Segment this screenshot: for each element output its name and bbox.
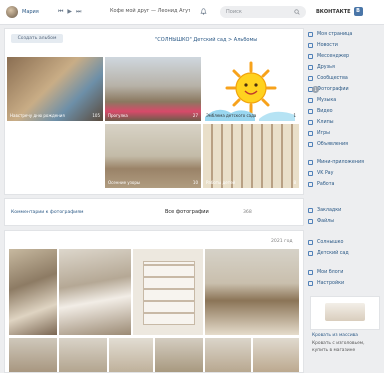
user-icon [308,31,313,37]
photos-grid: 2021 год [4,230,304,373]
photo-thumb[interactable] [253,338,299,372]
nav-video[interactable]: Видео [308,107,380,115]
group-icon [308,239,313,245]
ad-text: купить в магазине [312,348,356,353]
year-label: 2021 год [271,239,293,244]
album-thumb[interactable]: Прогулка 27 [105,57,201,121]
album-caption: Прогулка [108,113,128,118]
file-icon [308,218,313,224]
photo-thumb[interactable] [155,338,203,372]
search-placeholder: Поиск [226,9,242,15]
ads-icon [308,141,313,147]
gear-icon [308,280,313,286]
album-caption: Эмблема детского сада [206,113,257,118]
user-menu[interactable]: Мария [6,6,39,18]
comments-link[interactable]: Комментарии к фотографиям [11,210,83,215]
games-icon [308,130,313,136]
nav-messenger[interactable]: Мессенджер [308,52,380,60]
ad-card[interactable] [310,296,380,330]
nav-group-sun[interactable]: Солнышко [308,238,380,246]
album-caption: Навстречу дню рождения [10,113,65,118]
photo-thumb[interactable] [109,338,153,372]
track-title[interactable]: Кофе мой друг — Леонид Агутин [110,8,190,14]
next-track-icon[interactable]: ⏭ [76,9,81,15]
create-album-button[interactable]: Создать альбом [11,34,63,43]
all-photos-count: 368 [243,210,252,215]
albums-card: Создать альбом "СОЛНЫШКО" Детский сад > … [4,28,304,195]
group-icon [308,250,313,256]
album-thumb[interactable]: Осенние узоры 10 [105,124,201,188]
brand-name: ВКОНТАКТЕ [316,8,351,15]
album-thumb[interactable]: Работы детей 8 [203,124,299,188]
album-thumb[interactable]: Навстречу дню рождения 105 [7,57,103,121]
blog-icon [308,269,313,275]
nav-vk-pay[interactable]: VK Pay [308,169,380,177]
star-icon [308,207,313,213]
bell-icon[interactable] [200,8,207,15]
nav-files[interactable]: Файлы [308,217,380,225]
nav-my-page[interactable]: Моя страница [308,30,380,38]
search-icon [294,9,300,15]
photo-thumb[interactable] [59,249,131,335]
photo-thumb[interactable] [9,338,57,372]
photo-thumb[interactable] [9,249,57,335]
photos-badge: 1 [312,86,319,93]
album-count: 10 [192,180,198,185]
video-icon [308,108,313,114]
nav-games[interactable]: Игры [308,129,380,137]
nav-music[interactable]: Музыка [308,96,380,104]
album-thumb[interactable]: Эмблема детского сада 1 [203,57,299,121]
nav-ads[interactable]: Объявления [308,140,380,148]
photo-thumb[interactable] [59,338,107,372]
news-icon [308,42,313,48]
nav-communities[interactable]: Сообщества [308,74,380,82]
work-icon [308,181,313,187]
nav-bookmarks[interactable]: Закладки [308,206,380,214]
nav-settings[interactable]: Настройки [308,279,380,287]
message-icon [308,53,313,59]
clips-icon [308,119,313,125]
nav-group-kindergarten[interactable]: Детский сад [308,249,380,257]
avatar[interactable] [6,6,18,18]
ad-text: Кровать с изголовьем, [312,341,365,346]
album-caption: Работы детей [206,180,236,185]
nav-clips[interactable]: Клипы [308,118,380,126]
album-caption: Осенние узоры [108,180,141,185]
play-icon[interactable]: ▶ [67,9,72,15]
pay-icon [308,170,313,176]
album-count: 105 [92,113,100,118]
album-count: 8 [293,180,296,185]
photo-thumb[interactable] [205,249,299,335]
sun-emblem-icon [205,61,295,121]
music-icon [308,97,313,103]
album-count: 27 [192,113,198,118]
ad-title[interactable]: Кровать из массива [312,333,358,338]
nav-news[interactable]: Новости [308,41,380,49]
album-count: 1 [293,113,296,118]
photo-thumb[interactable] [133,249,203,335]
top-header: Мария ⏮ ▶ ⏭ Кофе мой друг — Леонид Агути… [0,0,384,25]
nav-blogs[interactable]: Мои блоги [308,268,380,276]
friends-icon [308,64,313,70]
community-icon [308,75,313,81]
breadcrumb[interactable]: "СОЛНЫШКО" Детский сад > Альбомы [155,37,257,43]
user-name[interactable]: Мария [22,9,39,15]
brand[interactable]: ВКОНТАКТЕ В [316,7,363,16]
nav-mini-apps[interactable]: Мини-приложения [308,158,380,166]
search-box[interactable]: Поиск [220,6,306,18]
prev-track-icon[interactable]: ⏮ [58,9,63,15]
vk-logo-icon: В [353,7,363,16]
apps-icon [308,159,313,165]
nav-friends[interactable]: Друзья [308,63,380,71]
audio-player: ⏮ ▶ ⏭ [58,9,81,15]
all-photos-title[interactable]: Все фотографии [165,209,209,215]
photos-summary-bar: Комментарии к фотографиям Все фотографии… [4,198,304,226]
photo-thumb[interactable] [205,338,251,372]
nav-work[interactable]: Работа [308,180,380,188]
